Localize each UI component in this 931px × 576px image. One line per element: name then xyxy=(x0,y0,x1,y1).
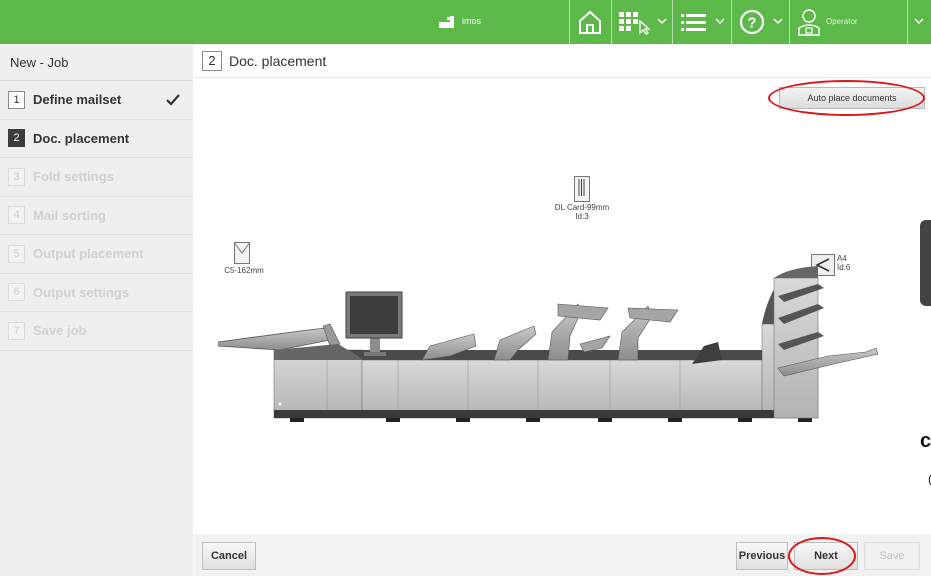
step-label: Output settings xyxy=(33,284,130,300)
operator-label[interactable]: Operator xyxy=(826,17,858,26)
header-step-number: 2 xyxy=(202,50,222,71)
step-label: Save job xyxy=(33,323,87,339)
step-number: 4 xyxy=(8,206,25,225)
apps-icon[interactable] xyxy=(616,7,652,37)
step-number: 1 xyxy=(8,90,25,109)
sidebar-step-output-settings: 6 Output settings xyxy=(0,274,193,312)
page-header: 2 Doc. placement xyxy=(194,44,931,78)
brand: imos xyxy=(438,13,481,29)
document-dl-card[interactable]: DL Card-99mm Id:3 xyxy=(552,176,612,221)
check-icon xyxy=(166,94,180,106)
operator-icon[interactable] xyxy=(794,7,824,37)
svg-text:?: ? xyxy=(747,15,756,32)
page-title: Doc. placement xyxy=(229,52,327,69)
side-panel-edge xyxy=(920,220,931,306)
step-number: 5 xyxy=(8,244,25,263)
sidebar-step-mail-sorting: 4 Mail sorting xyxy=(0,197,193,235)
cancel-button[interactable]: Cancel xyxy=(202,542,256,570)
step-label: Output placement xyxy=(33,246,144,262)
step-number: 6 xyxy=(8,283,25,302)
chevron-down-icon[interactable] xyxy=(771,14,785,28)
footer-bar: Cancel Previous Next Save xyxy=(194,534,931,576)
sidebar-step-define-mailset[interactable]: 1 Define mailset xyxy=(0,81,193,120)
sidebar-step-save-job: 7 Save job xyxy=(0,312,193,351)
top-bar: imos ? Operator xyxy=(0,0,931,44)
divider xyxy=(731,0,732,44)
divider xyxy=(907,0,908,44)
step-number: 2 xyxy=(8,129,25,148)
auto-place-documents-button[interactable]: Auto place documents xyxy=(779,87,925,109)
chevron-down-icon[interactable] xyxy=(713,14,727,28)
help-icon[interactable]: ? xyxy=(737,7,767,37)
sidebar-title: New - Job xyxy=(0,44,193,81)
step-label: Mail sorting xyxy=(33,207,106,223)
sidebar-step-fold-settings: 3 Fold settings xyxy=(0,158,193,197)
main-panel: 2 Doc. placement Auto place documents DL… xyxy=(194,44,931,576)
save-button: Save xyxy=(864,542,920,570)
step-number: 7 xyxy=(8,321,25,340)
brand-label: imos xyxy=(462,16,482,26)
chevron-down-icon[interactable] xyxy=(912,14,926,28)
previous-button[interactable]: Previous xyxy=(736,542,788,570)
step-number: 3 xyxy=(8,167,25,186)
chevron-down-icon[interactable] xyxy=(655,14,669,28)
sidebar: New - Job 1 Define mailset 2 Doc. placem… xyxy=(0,44,193,576)
menu-list-icon[interactable] xyxy=(679,7,709,37)
sidebar-step-output-placement: 5 Output placement xyxy=(0,235,193,274)
divider xyxy=(672,0,673,44)
step-label: Doc. placement xyxy=(33,130,130,146)
divider xyxy=(611,0,612,44)
brand-logo-icon xyxy=(439,16,454,28)
card-document-icon xyxy=(574,176,590,202)
step-label: Fold settings xyxy=(33,169,114,185)
next-button[interactable]: Next xyxy=(794,542,858,570)
step-label: Define mailset xyxy=(33,92,122,108)
home-icon[interactable] xyxy=(575,7,605,37)
divider xyxy=(569,0,570,44)
divider xyxy=(789,0,790,44)
document-id: Id:3 xyxy=(575,212,589,221)
edge-text: c xyxy=(920,430,931,452)
inserter-machine-illustration xyxy=(218,266,879,422)
document-name: DL Card-99mm xyxy=(554,203,610,212)
sidebar-step-doc-placement[interactable]: 2 Doc. placement xyxy=(0,120,193,158)
envelope-icon xyxy=(234,242,250,264)
